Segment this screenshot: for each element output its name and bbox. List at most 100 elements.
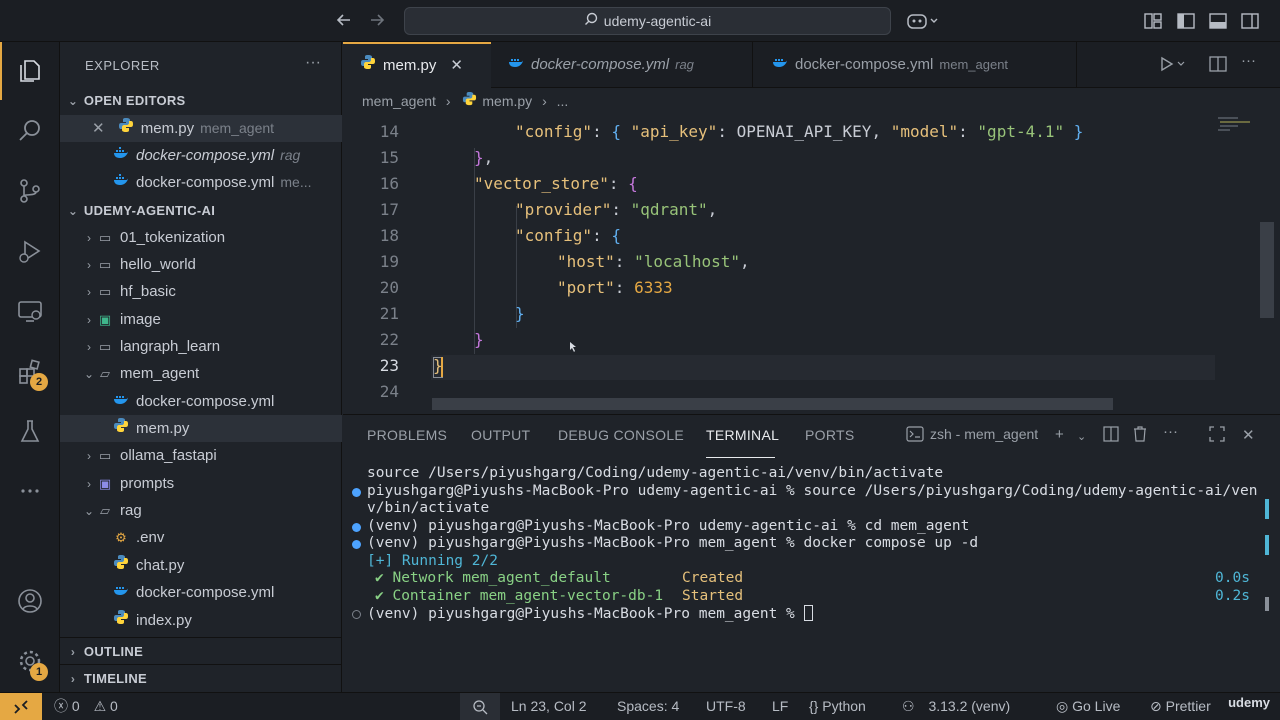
accounts-icon[interactable] [14, 585, 46, 617]
timeline-section[interactable]: › TIMELINE [60, 664, 342, 691]
tree-folder-rag[interactable]: ⌄ ▱ rag [60, 497, 342, 524]
code-editor[interactable]: 14 15 16 17 18 19 20 21 22 23 24 "config… [343, 114, 1280, 414]
command-success-dot [352, 488, 361, 497]
workspace-section[interactable]: ⌄ UDEMY-AGENTIC-AI [60, 197, 342, 224]
customize-layout-icon[interactable] [1144, 12, 1162, 35]
more-actions-icon[interactable]: ··· [1241, 52, 1256, 69]
remote-indicator-icon[interactable] [0, 693, 42, 720]
tab-problems[interactable]: PROBLEMS [367, 427, 447, 443]
maximize-panel-icon[interactable] [1209, 426, 1225, 446]
prettier-button[interactable]: ⊘ Prettier [1150, 693, 1211, 720]
tab-debug-console[interactable]: DEBUG CONSOLE [558, 427, 684, 443]
close-panel-icon[interactable]: ✕ [1242, 426, 1255, 444]
prettier-label: Prettier [1165, 698, 1211, 714]
tree-folder-ollama-fastapi[interactable]: › ▭ ollama_fastapi [60, 442, 342, 469]
bottom-panel: PROBLEMS OUTPUT DEBUG CONSOLE TERMINAL P… [343, 414, 1280, 692]
more-views-icon[interactable] [14, 475, 46, 507]
title-bar: udemy-agentic-ai [0, 0, 1280, 42]
remote-explorer-icon[interactable] [14, 295, 46, 327]
interpreter-selector[interactable]: ⚇ 3.13.2 (venv) [902, 693, 1010, 720]
tree-file-docker-compose-rag[interactable]: docker-compose.yml [60, 579, 342, 606]
toggle-panel-icon[interactable] [1209, 12, 1227, 35]
line-number: 20 [379, 278, 399, 297]
editor-vertical-scrollbar[interactable] [1260, 222, 1274, 318]
tree-file-index-py[interactable]: index.py [60, 607, 342, 634]
terminal-name[interactable]: zsh - mem_agent [930, 426, 1038, 442]
open-editor-item[interactable]: docker-compose.yml me... [60, 169, 342, 196]
run-debug-icon[interactable] [14, 235, 46, 267]
tree-folder-hf-basic[interactable]: › ▭ hf_basic [60, 278, 342, 305]
chevron-down-icon: ⌄ [67, 94, 79, 108]
tree-file-env[interactable]: ⚙ .env [60, 524, 342, 551]
trash-icon[interactable] [1132, 426, 1148, 446]
tree-folder-hello-world[interactable]: › ▭ hello_world [60, 251, 342, 278]
open-editor-item[interactable]: docker-compose.yml rag [60, 142, 342, 169]
forward-arrow-icon[interactable] [367, 10, 387, 35]
command-center-search[interactable]: udemy-agentic-ai [404, 7, 891, 35]
tree-folder-image[interactable]: › ▣ image [60, 306, 342, 333]
back-arrow-icon[interactable] [334, 10, 354, 35]
editor-horizontal-scrollbar[interactable] [432, 398, 1113, 410]
go-live-button[interactable]: ◎ Go Live [1056, 693, 1120, 720]
close-icon[interactable]: ✕ [450, 57, 463, 74]
toggle-secondary-sidebar-icon[interactable] [1241, 12, 1259, 35]
settings-badge: 1 [30, 663, 48, 681]
tab-docker-compose-mem-agent[interactable]: docker-compose.yml mem_agent [755, 42, 1077, 88]
toggle-primary-sidebar-icon[interactable] [1177, 12, 1195, 35]
terminal-prompt-line[interactable]: (venv) piyushgarg@Piyushs-MacBook-Pro me… [367, 605, 813, 622]
code-token: "qdrant" [630, 200, 708, 219]
open-editor-item[interactable]: ✕ mem.py mem_agent [60, 115, 342, 142]
tab-docker-compose-rag[interactable]: docker-compose.yml rag [491, 42, 753, 88]
breadcrumb-folder[interactable]: mem_agent [362, 93, 436, 109]
copilot-icon: ⚇ [902, 698, 915, 714]
breadcrumb-file[interactable]: mem.py [482, 93, 532, 109]
tree-file-docker-compose[interactable]: docker-compose.yml [60, 388, 342, 415]
problems-indicator[interactable]: ⓧ 0 ⚠ 0 [54, 693, 118, 720]
tab-label: docker-compose.yml [531, 56, 670, 73]
source-control-icon[interactable] [14, 175, 46, 207]
language-mode[interactable]: {} Python [809, 693, 866, 720]
split-terminal-icon[interactable] [1103, 426, 1119, 446]
encoding[interactable]: UTF-8 [706, 693, 746, 720]
code-token: 6333 [634, 278, 673, 297]
search-icon[interactable] [14, 115, 46, 147]
outline-section[interactable]: › OUTLINE [60, 637, 342, 664]
testing-flask-icon[interactable] [14, 415, 46, 447]
tree-file-mem-py[interactable]: mem.py [60, 415, 342, 442]
code-line-15: }, [474, 148, 494, 167]
end-of-line[interactable]: LF [772, 693, 788, 720]
line-number: 15 [379, 148, 399, 167]
open-editors-section[interactable]: ⌄ OPEN EDITORS [60, 87, 342, 114]
split-editor-icon[interactable] [1209, 56, 1227, 76]
cursor-position[interactable]: Ln 23, Col 2 [511, 693, 587, 720]
tab-ports[interactable]: PORTS [805, 427, 854, 443]
chevron-down-icon[interactable]: ⌄ [1077, 430, 1086, 443]
tree-folder-01-tokenization[interactable]: › ▭ 01_tokenization [60, 224, 342, 251]
zoom-indicator[interactable] [460, 693, 500, 720]
python-file-icon [359, 44, 377, 88]
tab-mem-py[interactable]: mem.py ✕ [343, 42, 491, 88]
more-actions-icon[interactable]: ··· [1163, 423, 1178, 440]
breadcrumb-more[interactable]: ... [557, 93, 569, 109]
tree-folder-langraph-learn[interactable]: › ▭ langraph_learn [60, 333, 342, 360]
command-pending-dot [352, 610, 361, 619]
tree-file-chat-py[interactable]: chat.py [60, 552, 342, 579]
explorer-files-icon[interactable] [14, 55, 46, 87]
indentation[interactable]: Spaces: 4 [617, 693, 679, 720]
new-terminal-plus-icon[interactable]: + [1055, 426, 1064, 443]
python-file-icon [112, 607, 130, 634]
timeline-label: TIMELINE [83, 671, 147, 686]
tab-output[interactable]: OUTPUT [471, 427, 530, 443]
chevron-right-icon: › [87, 340, 91, 354]
minimap[interactable] [1216, 114, 1260, 144]
code-line-19: "host": "localhost", [557, 252, 750, 271]
tree-folder-mem-agent[interactable]: ⌄ ▱ mem_agent [60, 360, 342, 387]
run-play-icon[interactable] [1159, 56, 1187, 76]
line-number: 16 [379, 174, 399, 193]
more-actions-icon[interactable]: ··· [305, 54, 321, 72]
tab-terminal[interactable]: TERMINAL [706, 427, 779, 443]
tree-folder-prompts[interactable]: › ▣ prompts [60, 470, 342, 497]
docker-icon [112, 579, 130, 606]
copilot-icon[interactable] [906, 11, 940, 36]
close-icon[interactable]: ✕ [92, 120, 105, 137]
